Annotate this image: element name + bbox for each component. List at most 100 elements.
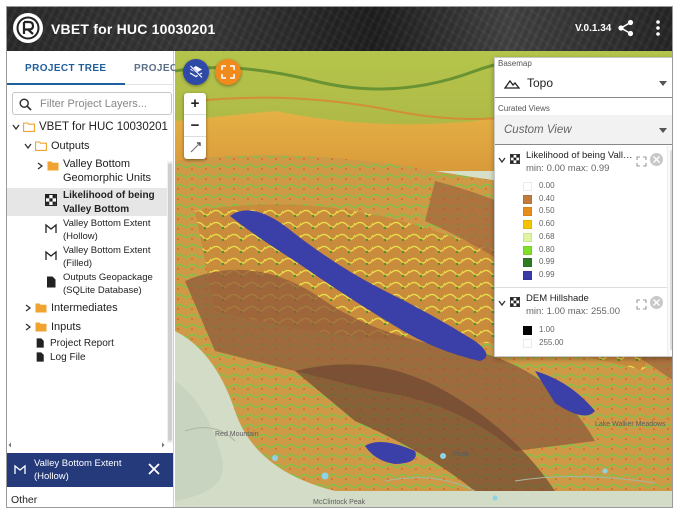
layers-toggle-button[interactable] — [183, 59, 209, 85]
raster-layer-icon — [510, 297, 520, 307]
folder-icon — [35, 322, 47, 332]
legend-range: min: 1.00 max: 255.00 — [526, 306, 620, 317]
legend-swatch — [523, 258, 532, 268]
legend-swatch — [523, 245, 532, 255]
close-icon[interactable] — [147, 462, 161, 476]
tree-root-label: VBET for HUC 10030201 — [39, 121, 168, 133]
raster-layer-icon — [45, 194, 57, 206]
legend-swatch — [523, 232, 532, 242]
sidebar-tabs: PROJECT TREE PROJECT — [7, 51, 184, 85]
tree-item-extent-filled[interactable]: Valley Bottom Extent (Filled) — [7, 244, 167, 270]
zoom-to-layer-icon[interactable] — [636, 299, 647, 310]
folder-open-icon — [35, 141, 47, 151]
legend-value: 0.80 — [539, 244, 555, 254]
tree-item-project-report[interactable]: Project Report — [7, 336, 167, 350]
chevron-right-icon — [37, 162, 44, 170]
fullscreen-icon — [221, 65, 235, 79]
chevron-down-icon[interactable] — [498, 156, 506, 164]
legend-value: 255.00 — [539, 337, 564, 347]
curated-views-label: Curated Views — [498, 104, 550, 113]
version-label: V.0.1.34 — [575, 23, 612, 34]
legend-swatch — [523, 270, 532, 280]
tree-item-geopackage[interactable]: Outputs Geopackage (SQLite Database) — [7, 271, 167, 297]
tree-item-outputs[interactable]: Outputs — [7, 138, 167, 154]
tab-indicator — [7, 83, 125, 85]
tree-item-label: Valley Bottom — [63, 158, 131, 170]
compass-button[interactable] — [184, 137, 206, 159]
tree-item-label: Log File — [50, 352, 86, 363]
search-icon — [19, 98, 32, 111]
filter-layers-input[interactable] — [40, 95, 168, 112]
folder-icon — [35, 303, 47, 313]
tab-project-tree[interactable]: PROJECT TREE — [25, 63, 106, 74]
tree-item-label: Project Report — [50, 338, 114, 349]
riverscapes-logo-icon — [13, 13, 43, 43]
tree-item-geomorphic-units[interactable]: Valley Bottom Geomorphic Units — [7, 157, 167, 185]
legend-swatch — [523, 194, 532, 204]
close-icon — [653, 299, 660, 306]
app-title: VBET for HUC 10030201 — [51, 21, 216, 37]
share-icon[interactable] — [617, 19, 635, 37]
map-label-lake-walker: Lake Walker Meadows — [595, 421, 666, 428]
filter-search-box — [12, 92, 172, 115]
legend-title: DEM Hillshade — [526, 293, 589, 304]
chevron-right-icon — [25, 323, 32, 331]
tree-item-label-line2: (Hollow) — [63, 231, 98, 242]
fullscreen-button[interactable] — [215, 59, 241, 85]
remove-layer-button[interactable] — [650, 153, 663, 166]
polygon-outline-icon — [14, 464, 26, 474]
tree-item-intermediates[interactable]: Intermediates — [7, 300, 167, 316]
zoom-to-layer-icon[interactable] — [636, 156, 647, 167]
legend-swatch — [523, 220, 532, 230]
raster-layer-icon — [510, 154, 520, 164]
sidebar: PROJECT TREE PROJECT VBET for HUC 100302… — [7, 51, 184, 507]
zoom-in-button[interactable]: + — [184, 93, 206, 115]
legend-swatch — [523, 182, 532, 191]
legend-title: Likelihood of being Valley... — [526, 150, 636, 161]
tree-item-label-line2: Geomorphic Units — [63, 172, 152, 184]
layer-detail-title-line1: Valley Bottom Extent — [34, 458, 122, 469]
tree-item-label: Outputs — [51, 140, 90, 152]
tree-item-extent-hollow[interactable]: Valley Bottom Extent (Hollow) — [7, 217, 167, 243]
sidebar-horizontal-scrollbar[interactable] — [7, 441, 167, 449]
tree-item-inputs[interactable]: Inputs — [7, 319, 167, 335]
legend-likelihood: Likelihood of being Valley... min: 0.00 … — [495, 146, 667, 286]
curated-views-select[interactable]: Custom View — [495, 115, 672, 145]
more-menu-icon[interactable] — [652, 19, 664, 37]
tree-item-label-line2: Valley Bottom — [63, 204, 130, 215]
tree-item-likelihood-layer[interactable]: Likelihood of being Valley Bottom — [7, 188, 167, 216]
legend-value: 0.50 — [539, 206, 555, 216]
legend-value: 0.60 — [539, 219, 555, 229]
tree-item-label-line2: (SQLite Database) — [63, 285, 142, 296]
top-bar: VBET for HUC 10030201 V.0.1.34 — [7, 7, 672, 51]
chevron-down-icon — [12, 124, 20, 131]
tree-item-log-file[interactable]: Log File — [7, 350, 167, 364]
sidebar-scrollbar[interactable] — [167, 161, 173, 443]
layer-detail-body: Other — [7, 487, 173, 507]
app-window: VBET for HUC 10030201 V.0.1.34 PROJECT T… — [6, 6, 673, 508]
report-file-icon — [36, 338, 44, 348]
chevron-right-icon — [25, 304, 32, 312]
layer-detail-header: Valley Bottom Extent (Hollow) — [7, 453, 173, 487]
terrain-icon — [504, 79, 520, 89]
legend-range: min: 0.00 max: 0.99 — [526, 163, 610, 174]
close-icon — [653, 156, 660, 163]
tree-item-label-line2: (Filled) — [63, 258, 93, 269]
chevron-down-icon — [24, 143, 32, 150]
panel-scrollbar[interactable] — [667, 146, 672, 356]
compass-icon — [190, 142, 201, 153]
remove-layer-button[interactable] — [650, 296, 663, 309]
tree-item-label: Likelihood of being — [63, 190, 155, 201]
legend-swatch — [523, 207, 532, 217]
legend-value: 0.99 — [539, 257, 555, 267]
legend-value: 1.00 — [539, 325, 555, 334]
basemap-value: Topo — [527, 76, 554, 90]
chevron-down-icon[interactable] — [498, 299, 506, 307]
basemap-select[interactable]: Topo — [495, 67, 672, 98]
tree-root[interactable]: VBET for HUC 10030201 — [7, 119, 168, 135]
log-file-icon — [36, 352, 44, 362]
detail-section-other: Other — [11, 494, 38, 506]
map-settings-panel: Basemap Topo Curated Views Custom View L… — [494, 57, 672, 357]
zoom-out-button[interactable]: − — [184, 115, 206, 137]
legend-value: 0.40 — [539, 193, 555, 203]
